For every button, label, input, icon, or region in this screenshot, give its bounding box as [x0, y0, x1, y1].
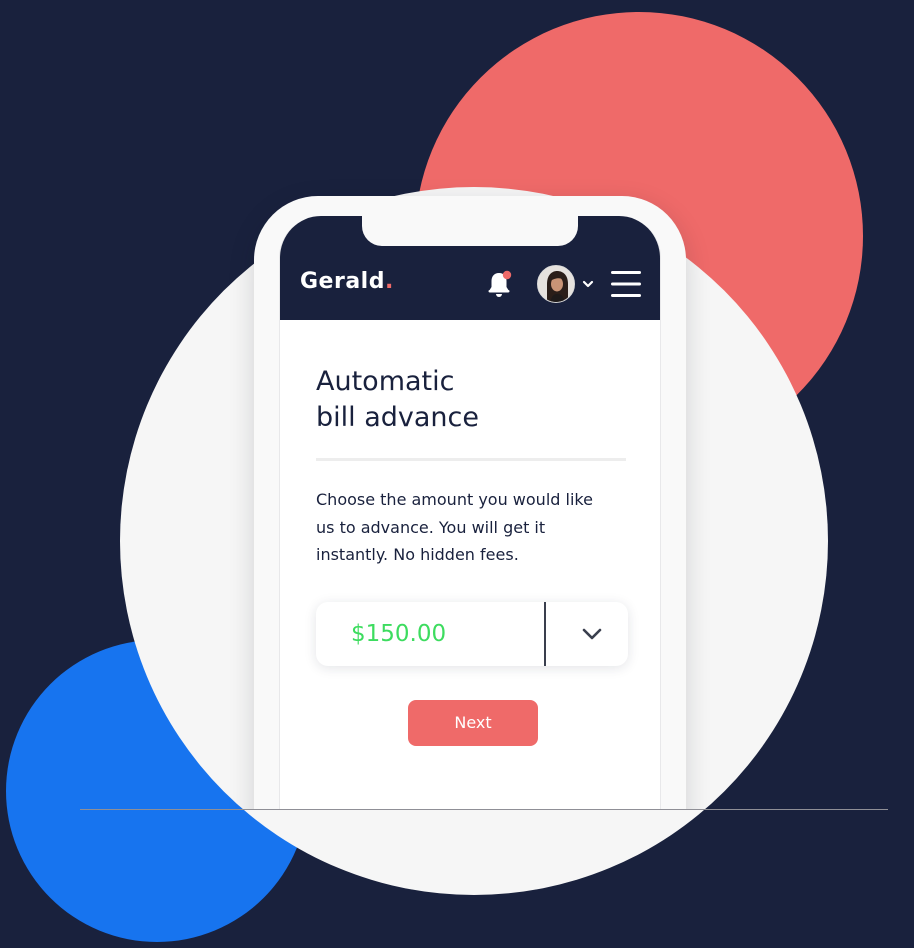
page-title: Automatic bill advance — [316, 364, 479, 436]
app-header: Gerald. — [280, 216, 660, 320]
phone-mockup: Gerald. Automatic bill advance Choose th… — [0, 0, 914, 810]
phone-screen: Gerald. Automatic bill advance Choose th… — [279, 216, 661, 810]
amount-dropdown[interactable]: $150.00 — [316, 602, 628, 666]
user-avatar[interactable] — [537, 265, 575, 303]
title-divider — [316, 458, 626, 461]
amount-value: $150.00 — [351, 621, 447, 647]
dropdown-separator — [544, 602, 546, 666]
description-text: Choose the amount you would like us to a… — [316, 490, 593, 564]
title-line-1: Automatic — [316, 366, 455, 397]
next-button[interactable]: Next — [408, 700, 538, 746]
avatar-chevron-graphic — [582, 280, 594, 288]
bell-icon-graphic — [488, 270, 512, 297]
notification-dot — [502, 270, 512, 280]
phone-notch — [362, 216, 578, 246]
logo-dot: . — [384, 269, 394, 294]
hamburger-menu-icon[interactable] — [610, 270, 642, 298]
gerald-logo[interactable]: Gerald. — [300, 269, 394, 294]
title-line-2: bill advance — [316, 402, 480, 433]
baseline-divider — [80, 809, 888, 810]
avatar-graphic — [538, 266, 574, 302]
bell-icon[interactable] — [484, 269, 514, 299]
logo-text: Gerald — [300, 269, 385, 294]
chevron-down-icon[interactable] — [580, 624, 604, 644]
menu-icon-graphic — [611, 271, 641, 297]
amount-chevron-graphic — [582, 628, 602, 640]
chevron-down-icon[interactable] — [581, 276, 595, 290]
